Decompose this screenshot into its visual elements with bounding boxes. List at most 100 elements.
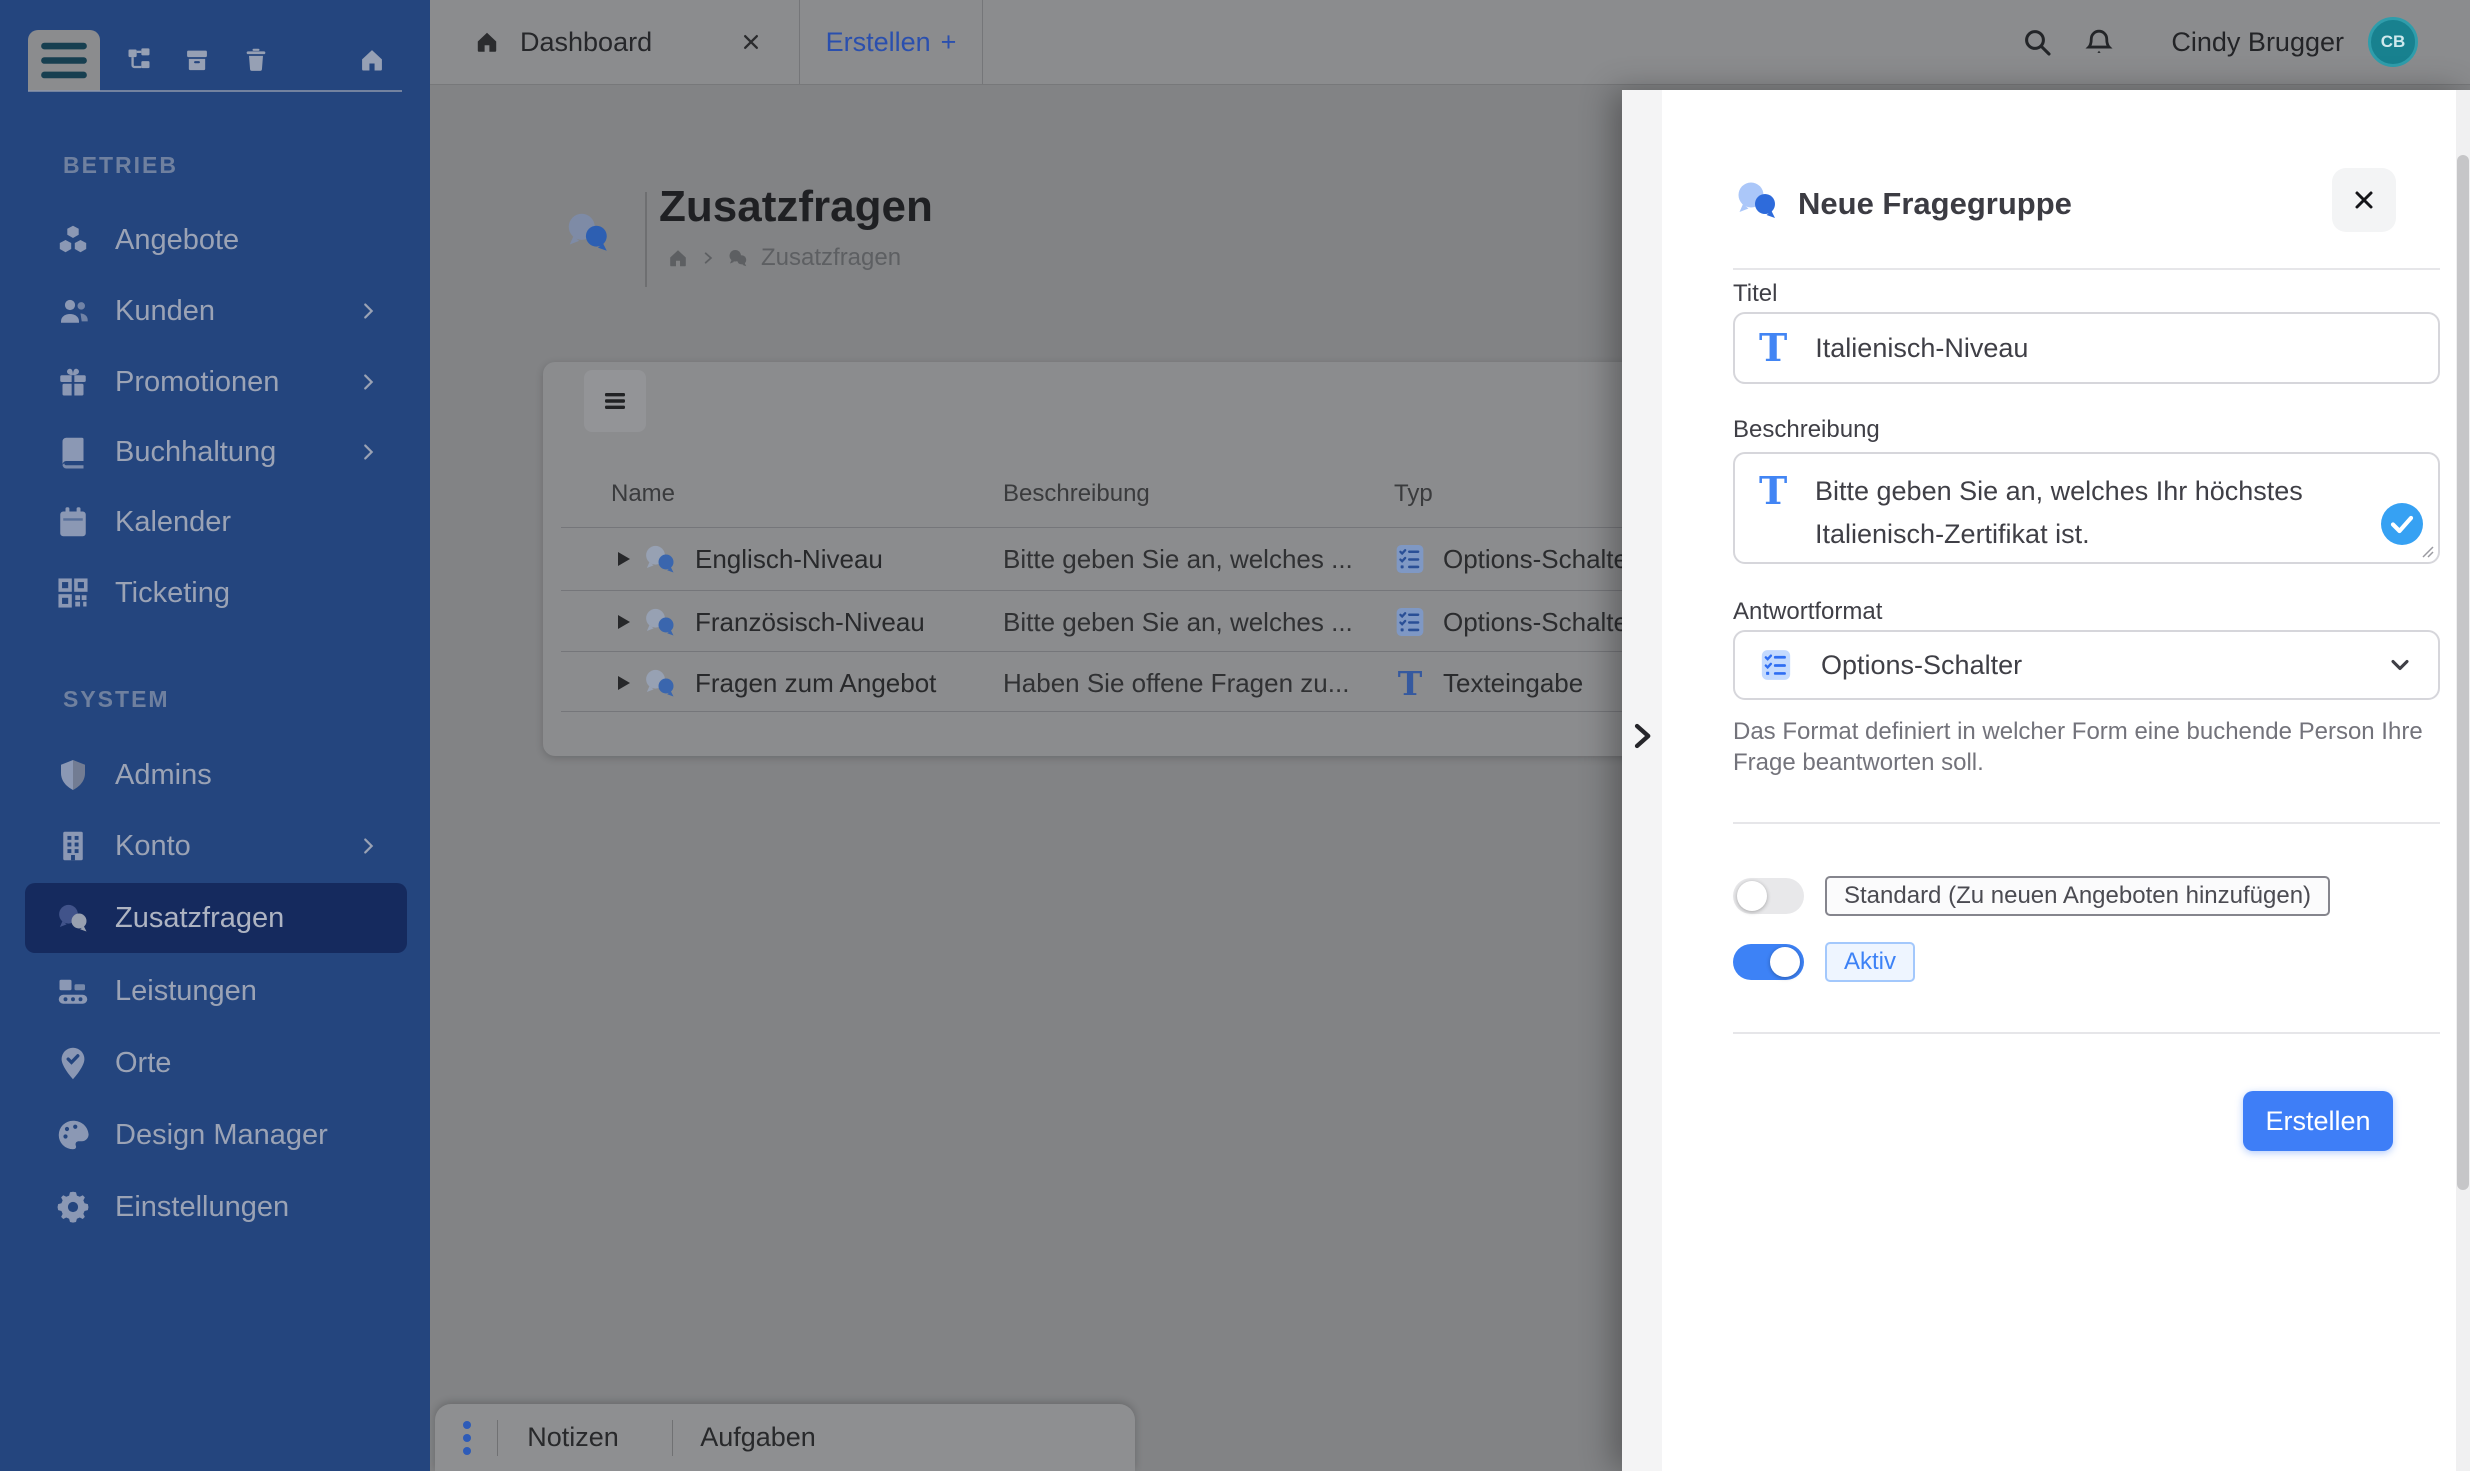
standard-toggle[interactable] xyxy=(1733,878,1804,914)
sitemap-icon[interactable] xyxy=(125,46,153,74)
calendar-icon xyxy=(55,504,91,540)
close-panel-button[interactable] xyxy=(2332,168,2396,232)
sidebar-item-label: Admins xyxy=(115,758,212,791)
row-type: Options-Schalter xyxy=(1443,543,1637,574)
column-header-beschreibung[interactable]: Beschreibung xyxy=(1003,480,1150,508)
row-name: Fragen zum Angebot xyxy=(695,667,937,698)
search-icon[interactable] xyxy=(2021,26,2053,58)
topbar-right: Cindy Brugger CB xyxy=(2021,0,2470,84)
close-icon xyxy=(2355,191,2373,209)
tab-dashboard[interactable]: Dashboard xyxy=(430,0,800,84)
sidebar-item-label: Kunden xyxy=(115,294,215,327)
sidebar-item-promotionen[interactable]: Promotionen xyxy=(25,347,407,417)
sidebar-toolbar xyxy=(0,0,430,92)
antwortformat-select[interactable]: Options-Schalter xyxy=(1733,630,2440,700)
sidebar-item-kunden[interactable]: Kunden xyxy=(25,276,407,346)
sidebar-item-label: Einstellungen xyxy=(115,1190,290,1223)
home-icon xyxy=(474,29,500,55)
aktiv-toggle-row: Aktiv xyxy=(1733,942,1916,982)
tab-notizen[interactable]: Notizen xyxy=(498,1422,648,1453)
collapse-panel-icon[interactable] xyxy=(1627,719,1657,753)
page-title: Zusatzfragen xyxy=(659,182,933,231)
sidebar-item-label: Konto xyxy=(115,829,191,862)
notes-bottom-bar: Notizen Aufgaben xyxy=(435,1404,1135,1471)
conveyor-icon xyxy=(55,973,91,1009)
column-header-name[interactable]: Name xyxy=(611,480,675,508)
kebab-menu-icon[interactable] xyxy=(461,1419,473,1457)
expand-row-icon[interactable] xyxy=(618,552,630,566)
panel-collapse-strip[interactable] xyxy=(1622,90,1662,1471)
sidebar-item-admins[interactable]: Admins xyxy=(25,740,407,810)
beschreibung-textarea[interactable]: T Bitte geben Sie an, welches Ihr höchst… xyxy=(1733,452,2440,564)
resize-handle-icon[interactable] xyxy=(2421,545,2435,559)
sidebar-item-label: Angebote xyxy=(115,223,240,256)
text-type-icon: T xyxy=(1759,468,1788,513)
titel-input[interactable]: T Italienisch-Niveau xyxy=(1733,312,2440,384)
sidebar-item-angebote[interactable]: Angebote xyxy=(25,205,407,275)
chat-bubbles-icon xyxy=(55,900,91,936)
close-tab-icon[interactable] xyxy=(741,32,761,52)
expand-row-icon[interactable] xyxy=(618,615,630,629)
tab-erstellen[interactable]: Erstellen + xyxy=(800,0,983,84)
avatar[interactable]: CB xyxy=(2368,17,2418,67)
antwortformat-value: Options-Schalter xyxy=(1821,649,2023,680)
erstellen-button[interactable]: Erstellen xyxy=(2243,1091,2393,1151)
sidebar-item-label: Design Manager xyxy=(115,1118,328,1151)
book-icon xyxy=(55,434,91,470)
sidebar-item-label: Ticketing xyxy=(115,576,230,609)
section-label-system: SYSTEM xyxy=(63,686,170,712)
new-question-group-panel: Neue Fragegruppe Titel T Italienisch-Niv… xyxy=(1622,90,2470,1471)
user-name[interactable]: Cindy Brugger xyxy=(2171,27,2344,58)
aktiv-toggle[interactable] xyxy=(1733,944,1804,980)
sidebar-item-kalender[interactable]: Kalender xyxy=(25,487,407,557)
column-header-typ[interactable]: Typ xyxy=(1394,480,1433,508)
header-divider xyxy=(645,192,647,287)
chat-bubbles-icon xyxy=(1733,176,1781,224)
sidebar-item-label: Zusatzfragen xyxy=(115,901,285,934)
row-name: Französisch-Niveau xyxy=(695,606,925,637)
sidebar: BETRIEB Angebote Kunden Promotionen Buch… xyxy=(0,0,430,1471)
toggle-knob xyxy=(1770,947,1800,977)
sidebar-divider xyxy=(28,90,402,92)
sidebar-item-label: Buchhaltung xyxy=(115,435,277,468)
sidebar-item-orte[interactable]: Orte xyxy=(25,1028,407,1098)
sidebar-item-label: Kalender xyxy=(115,505,232,538)
sidebar-item-einstellungen[interactable]: Einstellungen xyxy=(25,1172,407,1242)
divider xyxy=(1733,1032,2440,1034)
chevron-right-icon xyxy=(357,300,379,322)
sidebar-item-konto[interactable]: Konto xyxy=(25,811,407,881)
trash-icon[interactable] xyxy=(242,46,270,74)
sidebar-item-zusatzfragen[interactable]: Zusatzfragen xyxy=(25,883,407,953)
chevron-right-icon xyxy=(357,835,379,857)
scrollbar-thumb[interactable] xyxy=(2457,155,2469,1190)
chevron-right-icon xyxy=(701,251,715,265)
antwortformat-helper-text: Das Format definiert in welcher Form ein… xyxy=(1733,718,2423,776)
palette-icon xyxy=(55,1117,91,1153)
archive-icon[interactable] xyxy=(183,46,211,74)
menu-toggle-button[interactable] xyxy=(28,30,100,91)
sidebar-item-ticketing[interactable]: Ticketing xyxy=(25,558,407,628)
table-menu-button[interactable] xyxy=(584,370,646,432)
tab-aufgaben[interactable]: Aufgaben xyxy=(673,1422,843,1453)
map-pin-check-icon xyxy=(55,1045,91,1081)
home-icon[interactable] xyxy=(358,46,386,74)
sidebar-item-label: Leistungen xyxy=(115,974,257,1007)
panel-title: Neue Fragegruppe xyxy=(1798,186,2072,221)
breadcrumb-current[interactable]: Zusatzfragen xyxy=(761,244,901,272)
vertical-scrollbar[interactable] xyxy=(2456,90,2470,1471)
row-name: Englisch-Niveau xyxy=(695,543,883,574)
sidebar-item-leistungen[interactable]: Leistungen xyxy=(25,956,407,1026)
topbar: Dashboard Erstellen + Cindy Brugger CB xyxy=(430,0,2470,84)
bell-icon[interactable] xyxy=(2083,26,2115,58)
sidebar-item-design-manager[interactable]: Design Manager xyxy=(25,1100,407,1170)
home-icon[interactable] xyxy=(667,247,689,269)
expand-row-icon[interactable] xyxy=(618,676,630,690)
beschreibung-value: Bitte geben Sie an, welches Ihr höchstes… xyxy=(1815,476,2303,549)
sidebar-item-buchhaltung[interactable]: Buchhaltung xyxy=(25,417,407,487)
page-chat-bubbles-icon xyxy=(563,207,613,257)
standard-toggle-label: Standard (Zu neuen Angeboten hinzufügen) xyxy=(1825,876,2331,916)
tab-label: Dashboard xyxy=(520,26,653,57)
text-input-type-icon: T xyxy=(1397,663,1423,703)
text-type-icon: T xyxy=(1759,325,1788,370)
options-list-icon xyxy=(1759,648,1793,682)
